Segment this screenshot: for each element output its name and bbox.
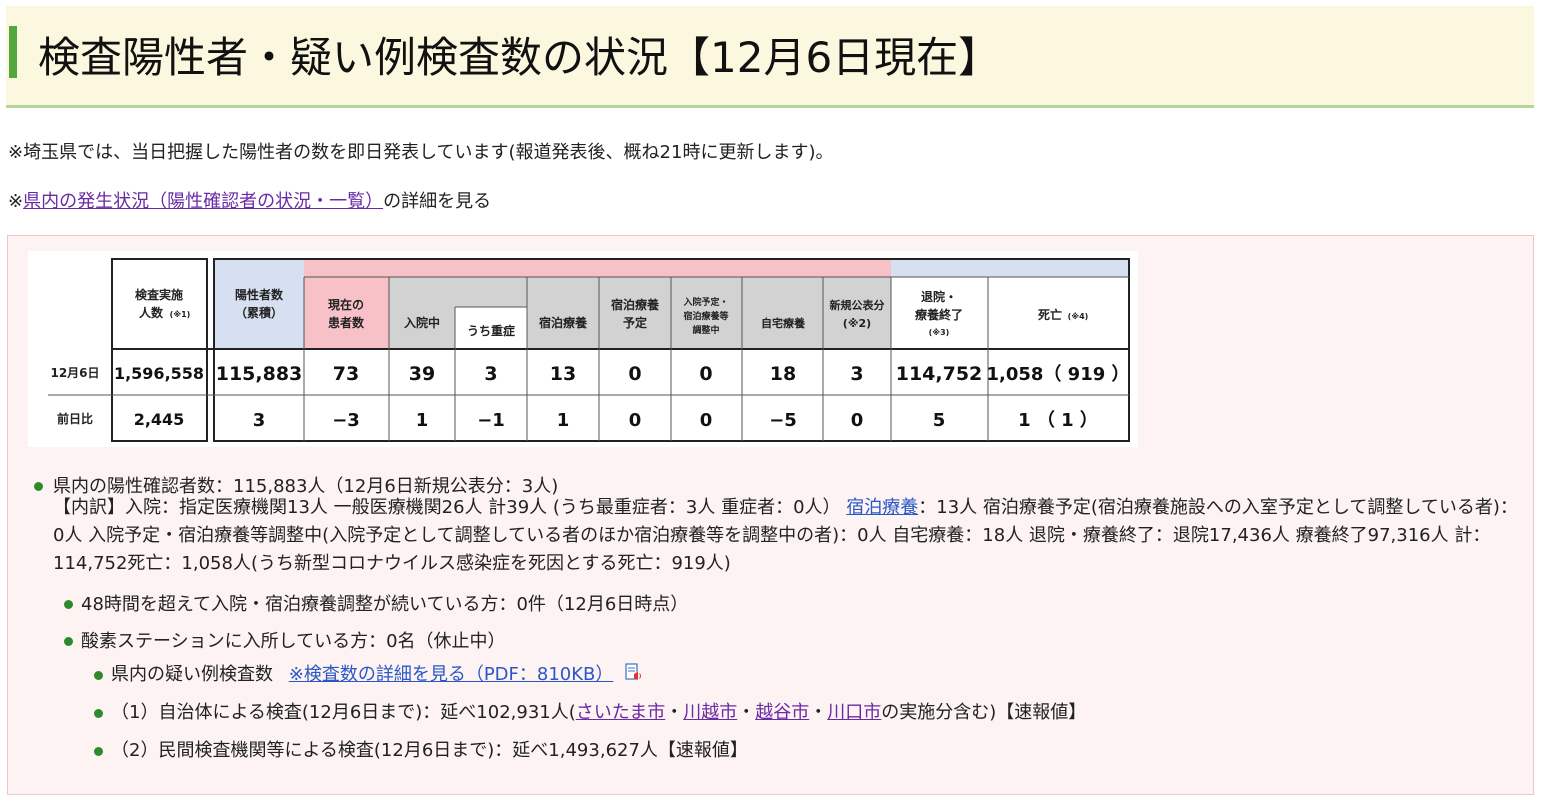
test-details-pdf-link[interactable]: ※検査数の詳細を見る（PDF：810KB） <box>289 664 614 685</box>
detail-note-prefix: ※ <box>8 191 24 212</box>
hdr-newpub: 新規公表分 <box>830 298 885 312</box>
hdr-tested-note: (※1) <box>170 309 191 319</box>
detail-note: ※県内の発生状況（陽性確認者の状況・一覧）の詳細を見る <box>8 188 491 216</box>
hotel-recuperation-link[interactable]: 宿泊療養 <box>846 497 918 518</box>
oxygen-station-item: 酸素ステーションに入所している方：0名（休止中） <box>81 631 506 652</box>
row-label-today: 12月6日 <box>50 366 99 380</box>
kawagoe-city-link[interactable]: 川越市 <box>683 702 737 723</box>
r1-hotel: 13 <box>550 363 576 385</box>
r1-home: 18 <box>770 363 796 385</box>
breakdown-text-a: 【内訳】入院：指定医療機関13人 一般医療機関26人 計39人 (うち最重症者：… <box>53 497 841 518</box>
r2-current: −3 <box>332 410 360 431</box>
hdr-positive: 陽性者数 <box>235 287 284 302</box>
r2-newpub: 0 <box>851 410 864 431</box>
r1-current: 73 <box>333 363 359 385</box>
r1-tested: 1,596,558 <box>114 364 204 383</box>
r2-positive: 3 <box>253 410 266 431</box>
bullet-dot <box>94 709 103 718</box>
municipal-tests-text-b: の実施分含む)【速報値】 <box>881 702 1087 723</box>
bullet-dot <box>94 747 103 756</box>
r2-discharged: 5 <box>933 410 946 431</box>
pink-band-bg <box>304 259 891 277</box>
hdr-death-note: (※4) <box>1068 311 1089 321</box>
hdr-adjust-2: 宿泊療養等 <box>683 310 728 322</box>
kawaguchi-city-link[interactable]: 川口市 <box>827 702 881 723</box>
r2-death: 1 （ 1 ） <box>1018 410 1098 431</box>
bullet-dot <box>94 671 103 680</box>
outbreak-status-link[interactable]: 県内の発生状況（陽性確認者の状況・一覧） <box>23 191 383 212</box>
hdr-newpub-note: (※2) <box>843 317 871 330</box>
status-table: 検査実施 人数 (※1) 陽性者数 （累積） 現在の 患者数 入院中 うち重症 … <box>48 258 1130 442</box>
hdr-hospital: 入院中 <box>404 315 440 330</box>
bullet-dot <box>64 600 73 609</box>
r2-hotel-plan: 0 <box>629 410 642 431</box>
status-panel: 検査実施 人数 (※1) 陽性者数 （累積） 現在の 患者数 入院中 うち重症 … <box>7 235 1534 795</box>
r1-severe: 3 <box>484 363 497 385</box>
tested-header-bg <box>112 259 207 349</box>
municipal-tests-item: （1）自治体による検査(12月6日まで)：延べ102,931人(さいたま市・川越… <box>111 699 1086 727</box>
r2-home: −5 <box>769 410 797 431</box>
separator: ・ <box>809 702 828 723</box>
r2-hospital: 1 <box>416 410 429 431</box>
r2-adjust: 0 <box>700 410 713 431</box>
separator: ・ <box>737 702 756 723</box>
detail-note-suffix: の詳細を見る <box>383 191 492 212</box>
r1-discharged: 114,752 <box>896 363 983 385</box>
current-header-bg <box>304 277 389 349</box>
hdr-current-2: 患者数 <box>328 315 365 330</box>
r1-hotel-plan: 0 <box>628 363 641 385</box>
update-note: ※埼玉県では、当日把握した陽性者の数を即日発表しています(報道発表後、概ね21時… <box>8 142 834 163</box>
r1-adjust: 0 <box>699 363 712 385</box>
hdr-death: 死亡 <box>1038 307 1062 322</box>
row-label-diff: 前日比 <box>57 411 93 426</box>
page-header: 検査陽性者・疑い例検査数の状況【12月6日現在】 <box>6 6 1534 108</box>
adjustment-item: 48時間を超えて入院・宿泊療養調整が続いている方：0件（12月6日時点） <box>81 594 689 615</box>
municipal-tests-text-a: （1）自治体による検査(12月6日まで)：延べ102,931人( <box>111 702 576 723</box>
hdr-home: 自宅療養 <box>761 316 805 330</box>
r1-positive: 115,883 <box>216 363 303 385</box>
suspected-tests-item: 県内の疑い例検査数 ※検査数の詳細を見る（PDF：810KB） <box>111 661 643 689</box>
r2-severe: −1 <box>477 410 505 431</box>
r1-death: 1,058（ 919 ） <box>986 364 1129 385</box>
hdr-hotel-plan: 宿泊療養 <box>611 297 659 312</box>
hdr-severe: うち重症 <box>467 323 515 338</box>
hdr-discharged-2: 療養終了 <box>915 307 963 322</box>
page-title: 検査陽性者・疑い例検査数の状況【12月6日現在】 <box>38 33 1001 82</box>
separator: ・ <box>665 702 684 723</box>
pdf-icon[interactable] <box>625 663 643 683</box>
koshigaya-city-link[interactable]: 越谷市 <box>755 702 809 723</box>
hdr-hotel: 宿泊療養 <box>539 315 587 330</box>
breakdown-paragraph: 【内訳】入院：指定医療機関13人 一般医療機関26人 計39人 (うち最重症者：… <box>53 494 1523 578</box>
hdr-hotel-plan-2: 予定 <box>623 315 647 330</box>
saitama-city-link[interactable]: さいたま市 <box>576 702 665 723</box>
suspected-tests-label: 県内の疑い例検査数 <box>111 664 273 685</box>
title-accent-bar <box>9 26 17 78</box>
r1-newpub: 3 <box>850 363 863 385</box>
r1-hospital: 39 <box>409 363 435 385</box>
hdr-adjust-3: 調整中 <box>692 324 719 336</box>
hdr-discharged-note: (※3) <box>929 327 950 337</box>
hdr-current: 現在の <box>328 297 364 312</box>
r2-tested: 2,445 <box>134 410 185 429</box>
private-tests-item: （2）民間検査機関等による検査(12月6日まで)：延べ1,493,627人【速報… <box>111 740 748 761</box>
status-table-image: 検査実施 人数 (※1) 陽性者数 （累積） 現在の 患者数 入院中 うち重症 … <box>28 251 1138 447</box>
hdr-tested-2: 人数 <box>139 305 164 320</box>
bullet-dot <box>64 637 73 646</box>
bullet-dot <box>34 482 43 491</box>
r2-hotel: 1 <box>557 410 570 431</box>
hdr-discharged-1: 退院・ <box>921 289 957 304</box>
hdr-positive-2: （累積） <box>235 305 283 320</box>
hdr-tested: 検査実施 <box>135 287 183 302</box>
hdr-adjust-1: 入院予定・ <box>682 296 728 308</box>
